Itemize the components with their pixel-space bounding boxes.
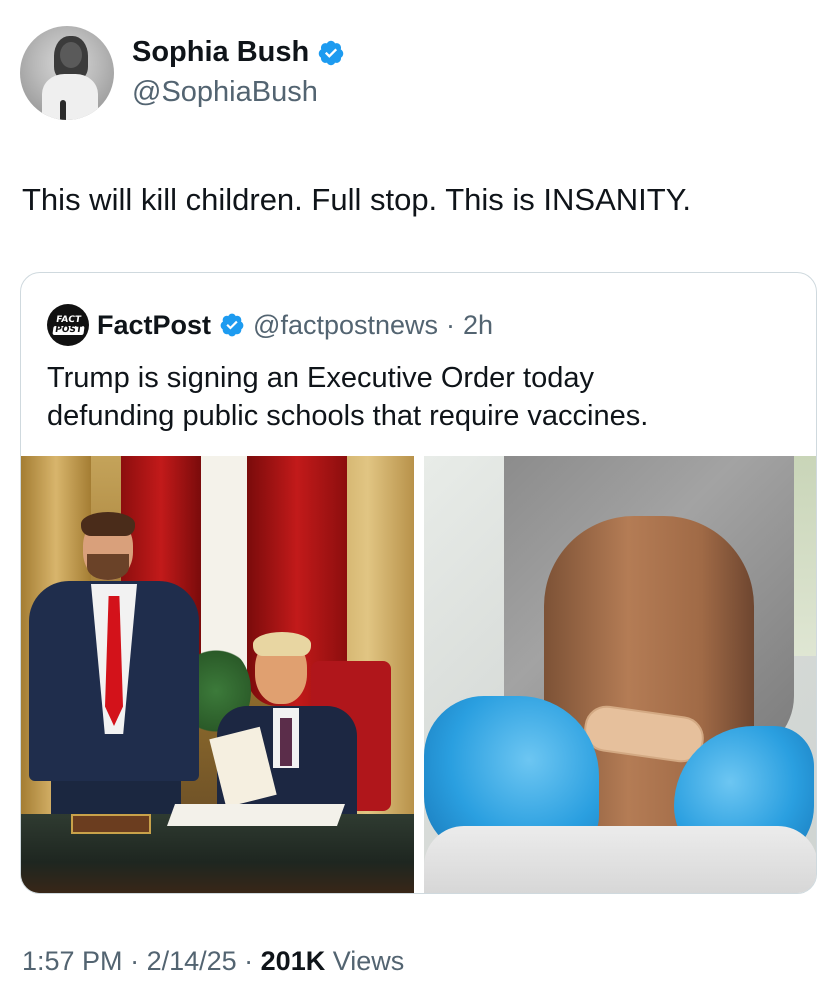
logo-line2: POST — [51, 324, 85, 335]
author-avatar[interactable] — [20, 26, 114, 120]
factpost-logo[interactable]: FACT POST — [47, 304, 89, 346]
desk-document — [166, 804, 346, 826]
author-handle[interactable]: @SophiaBush — [132, 76, 318, 109]
verified-badge-icon — [318, 40, 344, 65]
tweet-time[interactable]: 1:57 PM — [22, 946, 123, 976]
tweet: Sophia Bush @SophiaBush This will kill c… — [0, 0, 836, 1000]
quoted-text: Trump is signing an Executive Order toda… — [47, 359, 648, 435]
verified-badge-icon — [220, 313, 244, 337]
tweet-metadata: 1:57 PM · 2/14/25 · 201K Views — [22, 946, 404, 977]
meta-separator: · — [236, 946, 261, 976]
author-display-name[interactable]: Sophia Bush — [132, 36, 309, 69]
logo-line1: FACT — [54, 314, 82, 325]
tweet-date[interactable]: 2/14/25 — [147, 946, 237, 976]
white-coat — [424, 826, 816, 893]
seated-man-hair — [253, 632, 311, 656]
tweet-text: This will kill children. Full stop. This… — [22, 182, 691, 217]
window — [201, 456, 249, 676]
standing-man-hair — [81, 512, 135, 536]
avatar-chair — [60, 100, 66, 120]
views-count[interactable]: 201K — [261, 946, 326, 976]
meta-separator: · — [122, 946, 147, 976]
standing-man-beard — [87, 554, 129, 580]
photo-vaccine-bandage[interactable] — [424, 456, 816, 893]
quoted-display-name[interactable]: FactPost — [97, 310, 211, 341]
quoted-text-line1: Trump is signing an Executive Order toda… — [47, 362, 594, 394]
photo-oval-office-signing[interactable] — [21, 456, 414, 893]
views-label: Views — [325, 946, 405, 976]
avatar-face — [60, 42, 82, 68]
quoted-handle[interactable]: @factpostnews — [253, 310, 438, 341]
quoted-time[interactable]: 2h — [463, 310, 493, 341]
quoted-tweet-card[interactable]: FACT POST FactPost @factpostnews · 2h Trum… — [20, 272, 817, 894]
quoted-text-line2: defunding public schools that require va… — [47, 400, 649, 432]
quoted-separator: · — [446, 309, 456, 340]
avatar-body — [42, 74, 98, 120]
author-name-row: Sophia Bush — [132, 36, 345, 69]
seated-man-tie — [280, 718, 292, 766]
pen-box — [71, 814, 151, 834]
quoted-header: FACT POST FactPost @factpostnews · 2h — [47, 304, 493, 346]
